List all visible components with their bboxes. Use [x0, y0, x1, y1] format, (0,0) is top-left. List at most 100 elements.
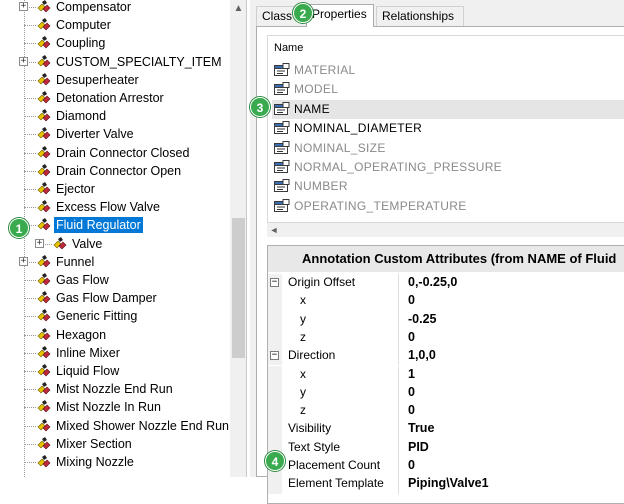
attribute-row[interactable]: y -0.25: [268, 310, 624, 329]
tree-item[interactable]: Mixing Nozzle: [0, 453, 232, 471]
attribute-value[interactable]: -0.25: [408, 312, 437, 326]
tree-item-label[interactable]: CUSTOM_SPECIALTY_ITEM: [54, 54, 224, 70]
property-row[interactable]: NOMINAL_SIZE: [272, 139, 624, 158]
tree-item-label[interactable]: Generic Fitting: [54, 308, 139, 324]
tab-properties[interactable]: Properties: [306, 4, 374, 27]
tree-item-label[interactable]: Drain Connector Open: [54, 163, 183, 179]
expand-toggle-icon[interactable]: +: [35, 238, 44, 248]
tree-item[interactable]: + Funnel: [0, 253, 232, 271]
attribute-row[interactable]: Text Style PID: [268, 438, 624, 457]
property-row[interactable]: NUMBER: [272, 177, 624, 196]
attribute-row[interactable]: x1: [268, 365, 624, 384]
tree-item-label[interactable]: Detonation Arrestor: [54, 90, 166, 106]
attribute-row[interactable]: z0: [268, 402, 624, 421]
tree-item-label[interactable]: Mixed Shower Nozzle End Run: [54, 418, 231, 434]
tree-item-label[interactable]: Ejector: [54, 181, 97, 197]
tree-item[interactable]: Generic Fitting: [0, 307, 232, 325]
tree-item-label[interactable]: Inline Mixer: [54, 345, 122, 361]
collapse-toggle-icon[interactable]: −: [270, 278, 279, 287]
tree-item[interactable]: Mist Nozzle End Run: [0, 380, 232, 398]
attribute-row[interactable]: z0: [268, 328, 624, 348]
tree-item[interactable]: Gas Flow: [0, 271, 232, 289]
tree-item-label[interactable]: Hexagon: [54, 327, 108, 343]
tree-item[interactable]: Excess Flow Valve: [0, 198, 232, 216]
attribute-row[interactable]: y0: [268, 383, 624, 403]
attribute-row[interactable]: − Origin Offset 0,-0.25,0: [268, 274, 624, 293]
class-tree[interactable]: + Compensator Computer Coupling + CUSTOM_SPEC…: [0, 0, 247, 477]
property-row[interactable]: NORMAL_OPERATING_PRESSURE: [272, 158, 624, 177]
tree-item[interactable]: + CUSTOM_SPECIALTY_ITEM: [0, 53, 232, 71]
expand-toggle-icon[interactable]: +: [19, 56, 28, 66]
tree-item[interactable]: Desuperheater: [0, 71, 232, 89]
tree-item[interactable]: Inline Mixer: [0, 344, 232, 362]
attribute-value[interactable]: PID: [408, 440, 429, 454]
tree-item-label[interactable]: Funnel: [54, 254, 96, 270]
attribute-value[interactable]: 0: [408, 330, 415, 344]
tree-item-label[interactable]: Desuperheater: [54, 72, 141, 88]
tree-item-label[interactable]: Coupling: [54, 35, 107, 51]
scroll-left-arrow[interactable]: ◄: [267, 223, 281, 237]
tree-item[interactable]: Liquid Flow: [0, 362, 232, 380]
property-row[interactable]: NAME: [272, 99, 624, 119]
tree-item[interactable]: Drain Connector Open: [0, 162, 232, 180]
attribute-row[interactable]: Element Template Piping\Valve1: [268, 475, 624, 494]
property-row[interactable]: MATERIAL: [272, 61, 624, 80]
attribute-value[interactable]: 1,0,0: [408, 348, 436, 362]
attribute-value[interactable]: 0: [408, 458, 415, 472]
tree-item-label[interactable]: Excess Flow Valve: [54, 199, 162, 215]
tree-item-label[interactable]: Diamond: [54, 108, 108, 124]
property-row[interactable]: NOMINAL_DIAMETER: [272, 119, 624, 138]
scroll-up-arrow[interactable]: ▲: [230, 0, 246, 17]
attribute-value[interactable]: 0: [408, 403, 415, 417]
tree-item[interactable]: Computer: [0, 16, 232, 34]
name-column-header[interactable]: Name: [274, 42, 303, 54]
attribute-row[interactable]: x0: [268, 292, 624, 311]
property-row[interactable]: MODEL: [272, 80, 624, 99]
tree-item[interactable]: Diamond: [0, 107, 232, 125]
attribute-row[interactable]: Visibility True: [268, 420, 624, 439]
tree-item[interactable]: Ejector: [0, 180, 232, 198]
tree-item[interactable]: + Compensator: [0, 0, 232, 16]
tree-item[interactable]: Drain Connector Closed: [0, 144, 232, 162]
tree-item-label[interactable]: Fluid Regulator: [54, 217, 143, 234]
attribute-value[interactable]: Piping\Valve1: [408, 476, 489, 490]
attribute-value[interactable]: 1: [408, 367, 415, 381]
expand-toggle-icon[interactable]: +: [19, 256, 28, 266]
properties-list[interactable]: Name MATERIAL MODEL NAME NOMINAL_DIAMETER NO…: [267, 35, 624, 223]
expand-toggle-icon[interactable]: +: [19, 2, 28, 11]
tree-item[interactable]: Gas Flow Damper: [0, 289, 232, 307]
tree-item-label[interactable]: Mist Nozzle End Run: [54, 381, 175, 397]
tree-item-label[interactable]: Diverter Valve: [54, 126, 136, 142]
attribute-row[interactable]: Placement Count 0: [268, 457, 624, 476]
tree-item-label[interactable]: Drain Connector Closed: [54, 145, 191, 161]
property-row[interactable]: OPERATING_TEMPERATURE: [272, 197, 624, 216]
attribute-value[interactable]: 0: [408, 293, 415, 307]
collapse-toggle-icon[interactable]: −: [270, 351, 279, 361]
tree-item[interactable]: Mist Nozzle In Run: [0, 398, 232, 416]
attribute-value[interactable]: 0,-0.25,0: [408, 275, 457, 289]
properties-horizontal-scrollbar[interactable]: ◄: [267, 223, 624, 237]
annotation-attributes-grid[interactable]: Annotation Custom Attributes (from NAME …: [267, 245, 624, 504]
tree-item[interactable]: Coupling: [0, 34, 232, 52]
attribute-value[interactable]: True: [408, 421, 434, 435]
attribute-row[interactable]: − Direction 1,0,0: [268, 347, 624, 366]
tree-item[interactable]: Diverter Valve: [0, 125, 232, 143]
tree-item-label[interactable]: Mixer Section: [54, 436, 134, 452]
tree-item-label[interactable]: Valve: [70, 236, 104, 252]
tree-item-label[interactable]: Compensator: [54, 0, 133, 15]
tree-item[interactable]: Fluid Regulator: [0, 216, 232, 234]
scroll-thumb[interactable]: [232, 218, 245, 358]
tree-item[interactable]: Mixed Shower Nozzle End Run: [0, 417, 232, 435]
attribute-value[interactable]: 0: [408, 385, 415, 399]
tree-item-label[interactable]: Gas Flow Damper: [54, 290, 159, 306]
tree-item-label[interactable]: Mist Nozzle In Run: [54, 399, 163, 415]
tab-relationships[interactable]: Relationships: [376, 6, 464, 26]
tree-item-label[interactable]: Liquid Flow: [54, 363, 121, 379]
tree-vertical-scrollbar[interactable]: ▲: [230, 0, 246, 477]
tree-item[interactable]: + Valve: [0, 235, 232, 253]
tree-item[interactable]: Mixer Section: [0, 435, 232, 453]
tree-item-label[interactable]: Mixing Nozzle: [54, 454, 136, 470]
tree-item[interactable]: Hexagon: [0, 326, 232, 344]
tree-item-label[interactable]: Computer: [54, 17, 113, 33]
tree-item[interactable]: Detonation Arrestor: [0, 89, 232, 107]
